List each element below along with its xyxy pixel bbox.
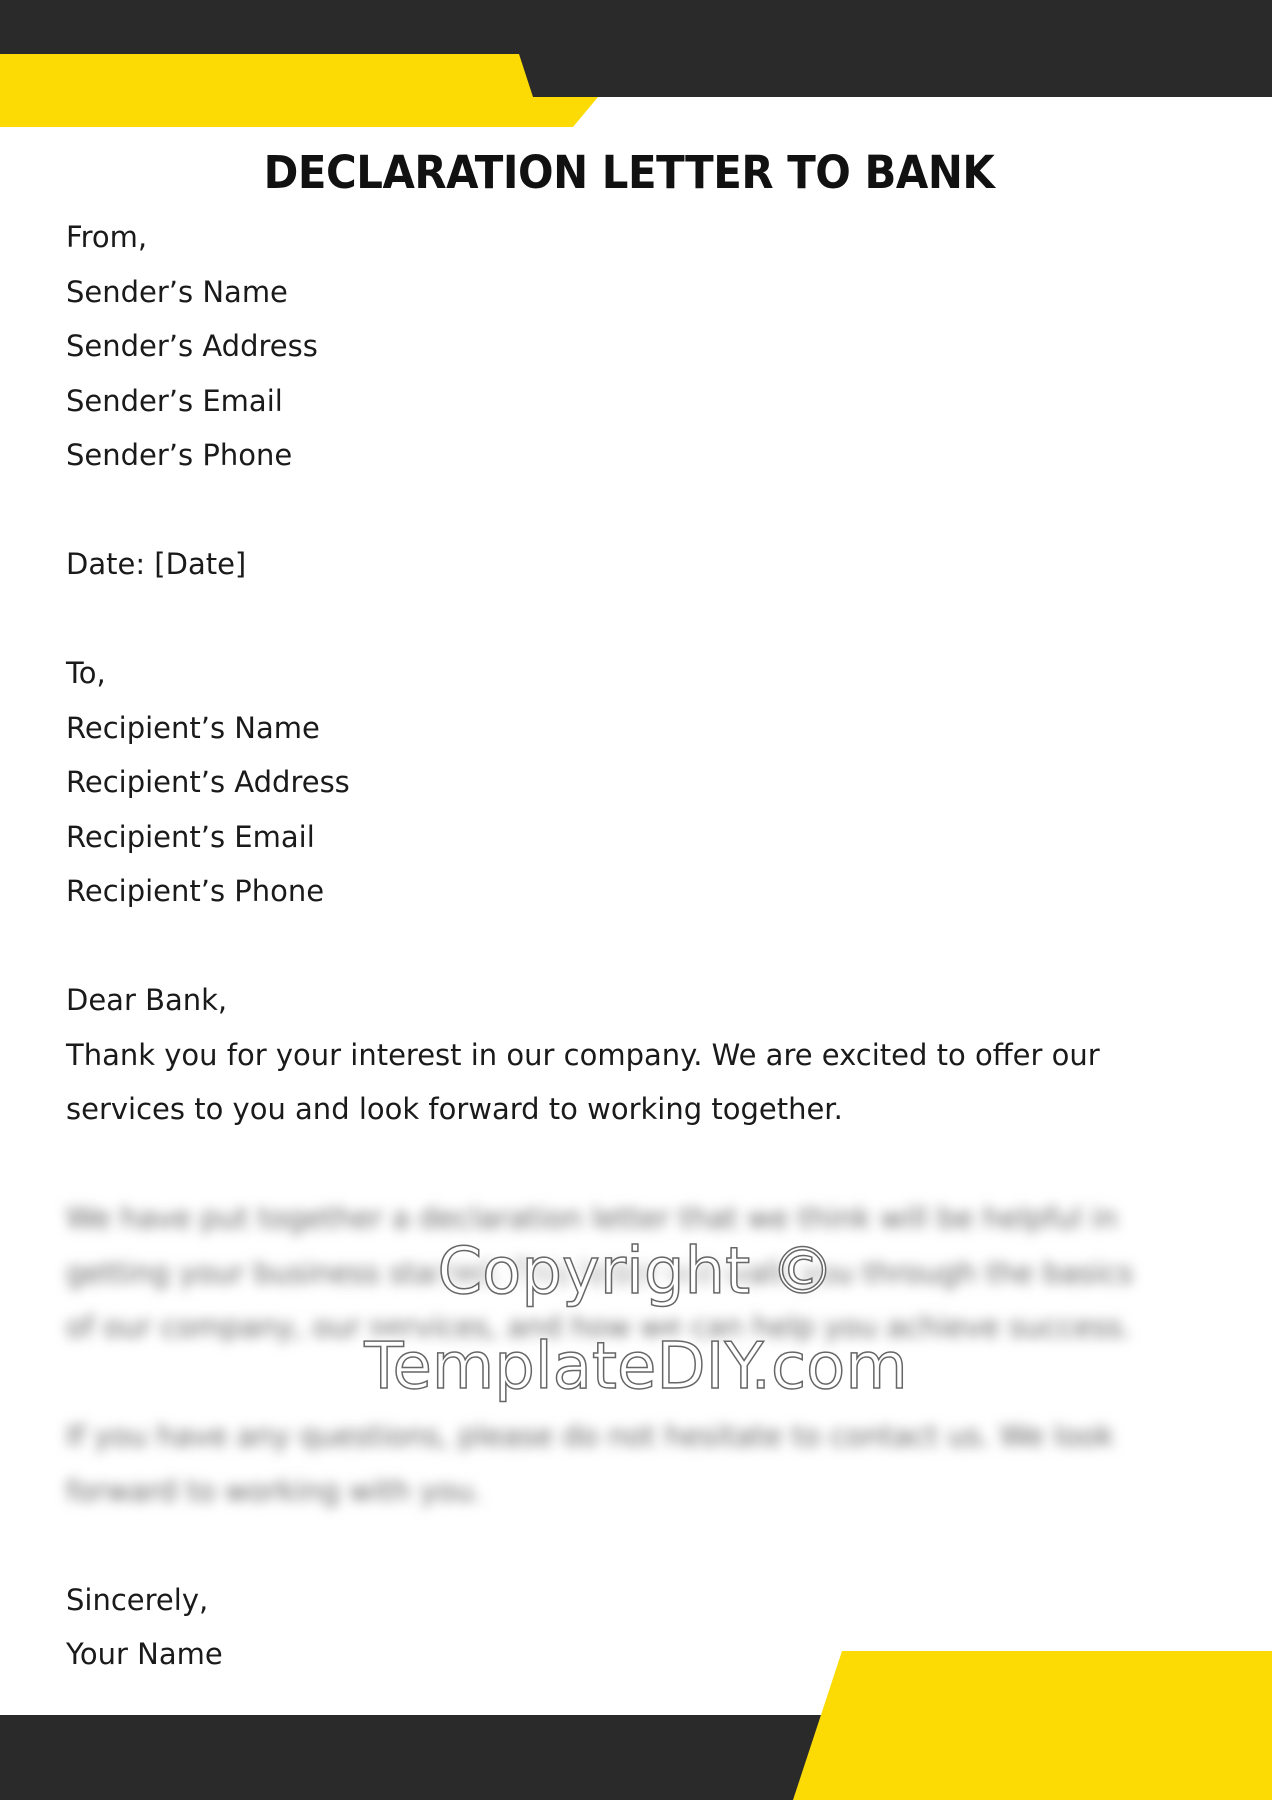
recipient-phone: Recipient’s Phone xyxy=(66,874,325,908)
bottom-dark-band xyxy=(0,1715,1272,1800)
recipient-name: Recipient’s Name xyxy=(66,710,320,745)
sender-email: Sender’s Email xyxy=(66,383,283,418)
paragraph-1-line-2: services to you and look forward to work… xyxy=(66,1092,843,1126)
paragraph-1-line-1: Thank you for your interest in our compa… xyxy=(66,1037,1100,1072)
top-yellow-banner xyxy=(0,54,598,127)
from-label: From, xyxy=(66,220,148,254)
watermark-copyright: Copyright © xyxy=(437,1234,836,1310)
date-line: Date: [Date] xyxy=(66,547,247,581)
recipient-email: Recipient’s Email xyxy=(66,819,315,854)
closing: Sincerely, xyxy=(66,1582,209,1617)
sender-name: Sender’s Name xyxy=(66,274,288,309)
paragraph-3-line-1: If you have any questions, please do not… xyxy=(66,1419,1114,1453)
sender-address: Sender’s Address xyxy=(66,329,318,363)
paragraph-3-line-2: forward to working with you. xyxy=(66,1473,483,1508)
signature: Your Name xyxy=(66,1637,223,1671)
letter-body: From, Sender’s Name Sender’s Address Sen… xyxy=(66,210,1216,1682)
top-dark-band xyxy=(0,0,1272,97)
recipient-address: Recipient’s Address xyxy=(66,765,350,799)
document-title: DECLARATION LETTER TO BANK xyxy=(263,146,995,199)
sender-phone: Sender’s Phone xyxy=(66,438,293,472)
salutation: Dear Bank, xyxy=(66,983,228,1017)
watermark-site: TemplateDIY.com xyxy=(364,1329,909,1405)
to-label: To, xyxy=(66,656,106,690)
